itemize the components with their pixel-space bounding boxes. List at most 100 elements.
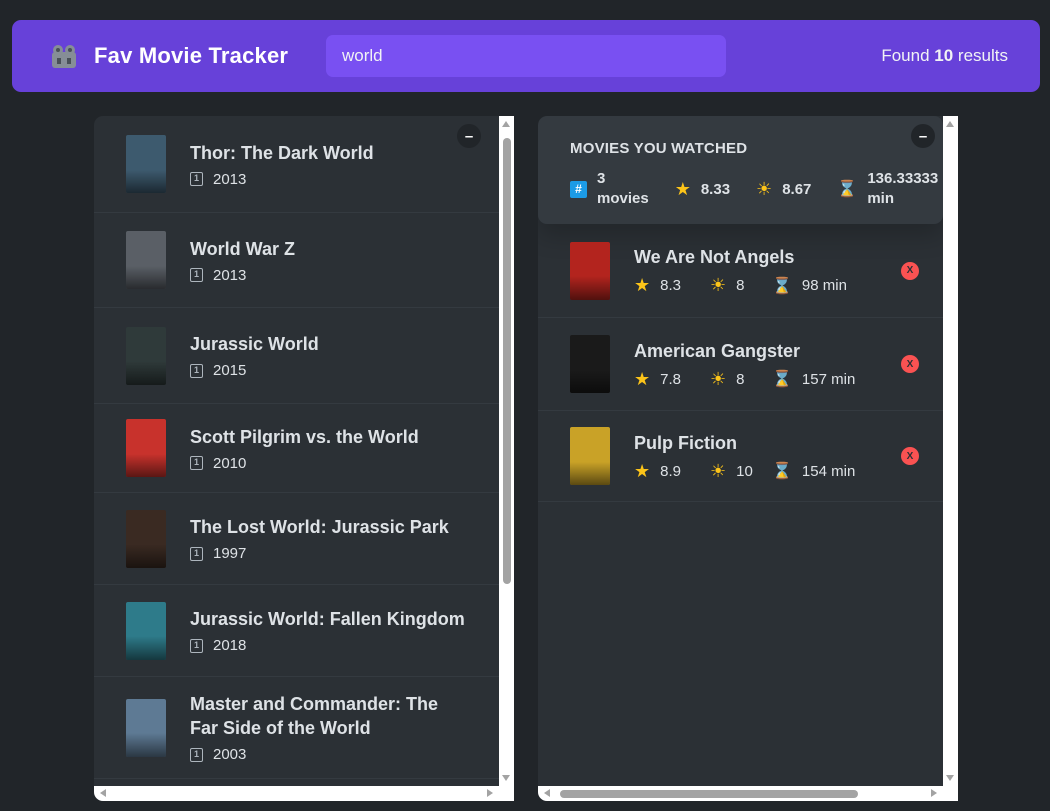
list-item[interactable]: World War Z 1 2013	[94, 213, 499, 308]
movie-poster	[126, 231, 166, 289]
movie-title: Thor: The Dark World	[190, 142, 374, 163]
movie-meta: 1 2013	[190, 171, 374, 188]
movie-title: We Are Not Angels	[634, 247, 795, 267]
imdb-rating: ★ 8.3	[634, 275, 710, 296]
watched-info: Pulp Fiction ★ 8.9 ☀ 10 ⌛ 154 min	[634, 431, 855, 482]
runtime-value: 98 min	[801, 277, 847, 294]
imdb-rating: ★ 7.8	[634, 369, 710, 390]
search-input[interactable]	[326, 35, 726, 77]
movie-title: World War Z	[190, 238, 295, 259]
stat-count: # 3 movies	[570, 169, 649, 209]
stat-count-text: 3 movies	[597, 169, 649, 209]
movie-title: Master and Commander: The Far Side of th…	[190, 694, 439, 738]
collapse-watched-button[interactable]: –	[911, 124, 935, 148]
movie-title: Scott Pilgrim vs. the World	[190, 426, 419, 447]
watched-info: American Gangster ★ 7.8 ☀ 8 ⌛ 157 min	[634, 339, 855, 390]
horizontal-scrollbar[interactable]	[94, 786, 514, 801]
scroll-right-icon[interactable]	[487, 789, 493, 797]
scroll-left-icon[interactable]	[100, 789, 106, 797]
delete-button[interactable]: X	[901, 447, 919, 465]
user-value: 8	[736, 277, 745, 294]
list-item: American Gangster ★ 7.8 ☀ 8 ⌛ 157 min X	[538, 318, 943, 411]
movie-info: Thor: The Dark World 1 2013	[190, 141, 374, 188]
delete-button[interactable]: X	[901, 355, 919, 373]
movie-year: 2013	[213, 266, 247, 284]
calendar-icon: 1	[190, 638, 203, 653]
calendar-icon: 1	[190, 747, 203, 762]
scroll-right-icon[interactable]	[931, 789, 937, 797]
movie-poster	[126, 135, 166, 193]
movie-year: 2015	[213, 362, 247, 379]
movie-poster	[570, 241, 610, 300]
list-item[interactable]: Jurassic World: Fallen Kingdom 1 2018	[94, 585, 499, 677]
app-title: Fav Movie Tracker	[94, 43, 289, 68]
summary-heading: Movies you watched	[570, 140, 748, 157]
watched-box: – Movies you watched # 3 movies ★ 8.33 ☀ …	[538, 116, 958, 801]
watched-meta: ★ 8.9 ☀ 10 ⌛ 154 min	[634, 461, 855, 482]
imdb-value: 7.8	[660, 370, 681, 388]
watched-info: We Are Not Angels ★ 8.3 ☀ 8 ⌛ 98 min	[634, 245, 847, 296]
movie-poster	[126, 509, 166, 568]
scroll-down-icon[interactable]	[502, 775, 510, 781]
scroll-corner	[943, 786, 958, 801]
movie-title: The Lost World: Jurassic Park	[190, 517, 449, 537]
scroll-thumb[interactable]	[503, 138, 511, 584]
vertical-scrollbar[interactable]	[499, 116, 514, 786]
movie-info: Jurassic World: Fallen Kingdom 1 2018	[190, 607, 465, 654]
watched-viewport: – Movies you watched # 3 movies ★ 8.33 ☀ …	[538, 116, 943, 786]
list-item: Pulp Fiction ★ 8.9 ☀ 10 ⌛ 154 min X	[538, 411, 943, 502]
list-item[interactable]: Thor: The Dark World 1 2013	[94, 116, 499, 213]
watched-meta: ★ 8.3 ☀ 8 ⌛ 98 min	[634, 275, 847, 296]
summary-stats: # 3 movies ★ 8.33 ☀ 8.67 ⌛ 136.33333 min	[570, 169, 938, 209]
scroll-corner	[499, 786, 514, 801]
movie-info: Jurassic World 1 2015	[190, 332, 319, 379]
horizontal-scrollbar[interactable]	[538, 786, 958, 801]
scroll-up-icon[interactable]	[502, 121, 510, 127]
user-rating: ☀ 8	[710, 369, 772, 390]
list-item[interactable]: Jurassic World 1 2015	[94, 308, 499, 404]
movie-poster	[570, 427, 610, 485]
movie-title: Jurassic World: Fallen Kingdom	[190, 609, 465, 629]
movie-year: 1997	[213, 545, 247, 562]
star-icon: ★	[674, 178, 691, 199]
movie-list: Thor: The Dark World 1 2013 World War Z 1 201…	[94, 116, 499, 779]
search-results-viewport: – Thor: The Dark World 1 2013 World War Z12…	[94, 116, 499, 786]
movie-info: Master and Commander: The Far Side of th…	[190, 692, 467, 763]
logo: Fav Movie Tracker	[48, 40, 326, 72]
stat-runtime-value: 136.33333	[867, 170, 939, 187]
list-item[interactable]: Master and Commander: The Far Side of th…	[94, 677, 499, 779]
movie-meta: 1 2018	[190, 637, 465, 654]
stat-imdb: ★ 8.33	[675, 169, 730, 209]
hourglass-icon: ⌛	[837, 181, 858, 198]
movie-year: 2018	[213, 637, 247, 654]
sun-icon: ☀	[756, 178, 773, 199]
hash-icon: #	[570, 180, 587, 198]
calendar-icon: 1	[190, 268, 203, 282]
scroll-up-icon[interactable]	[946, 121, 954, 127]
list-item: We Are Not Angels ★ 8.3 ☀ 8 ⌛ 98 min X	[538, 224, 943, 318]
runtime: ⌛ 157 min	[772, 369, 855, 389]
scroll-thumb[interactable]	[560, 790, 858, 798]
collapse-results-button[interactable]: –	[457, 124, 481, 148]
scroll-left-icon[interactable]	[544, 789, 550, 797]
vertical-scrollbar[interactable]	[943, 116, 958, 786]
scroll-down-icon[interactable]	[946, 775, 954, 781]
imdb-value: 8.3	[660, 277, 681, 294]
popcorn-icon	[52, 45, 76, 68]
stat-runtime-text: 136.33333 min	[867, 169, 938, 209]
runtime-value: 154 min	[801, 462, 856, 480]
stat-imdb-value: 8.33	[700, 180, 731, 198]
runtime: ⌛ 154 min	[772, 461, 855, 481]
movie-year: 2003	[213, 746, 247, 763]
runtime: ⌛ 98 min	[772, 276, 847, 296]
results-count: Found 10 results	[881, 46, 1008, 66]
hourglass-icon: ⌛	[772, 277, 792, 295]
watched-list: We Are Not Angels ★ 8.3 ☀ 8 ⌛ 98 min X American …	[538, 224, 943, 502]
list-item[interactable]: Scott Pilgrim vs. the World 1 2010	[94, 404, 499, 493]
movie-meta: 1 2015	[190, 362, 319, 379]
list-item[interactable]: The Lost World: Jurassic Park 1 1997	[94, 493, 499, 585]
movie-meta: 1 2003	[190, 746, 467, 763]
star-icon: ★	[634, 460, 651, 481]
stat-runtime-unit: min	[867, 190, 894, 207]
delete-button[interactable]: X	[901, 261, 919, 280]
